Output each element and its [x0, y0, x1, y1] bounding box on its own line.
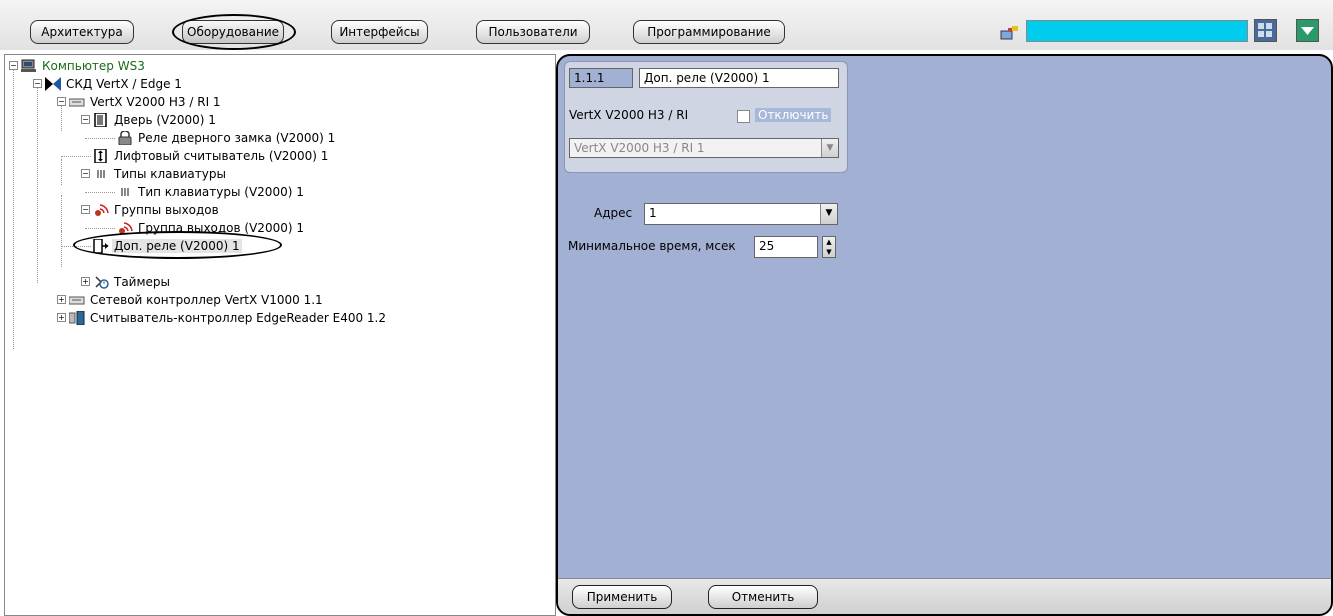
- object-groupbox: 1.1.1 Доп. реле (V2000) 1 VertX V2000 H3…: [564, 61, 848, 173]
- address-label: Адрес: [594, 206, 633, 220]
- settings-panel: 1.1.1 Доп. реле (V2000) 1 VertX V2000 H3…: [556, 54, 1333, 616]
- address-select[interactable]: 1 ▼: [644, 203, 838, 225]
- access-control-icon: [45, 77, 61, 91]
- stepper-buttons[interactable]: ▲ ▼: [822, 236, 836, 258]
- reader-icon: [69, 311, 85, 325]
- chevron-down-icon[interactable]: ▼: [821, 139, 838, 157]
- lock-icon: [117, 131, 133, 145]
- output-group-icon: [93, 203, 109, 217]
- controller-icon: [69, 293, 85, 307]
- tree-node-door-lock-relay[interactable]: Реле дверного замка (V2000) 1: [117, 129, 337, 147]
- min-time-label: Минимальное время, мсек: [568, 239, 736, 253]
- tree-node-vertx-v1000[interactable]: Сетевой контроллер VertX V1000 1.1: [69, 291, 325, 309]
- relay-icon: [93, 239, 109, 253]
- tree-node-vertx-v2000[interactable]: VertX V2000 H3 / RI 1: [69, 93, 223, 111]
- disable-checkbox[interactable]: [737, 110, 750, 123]
- tab-architecture[interactable]: Архитектура: [30, 20, 134, 44]
- tab-users[interactable]: Пользователи: [476, 20, 590, 44]
- tree-node-computer[interactable]: Компьютер WS3: [21, 57, 147, 75]
- object-name-input[interactable]: Доп. реле (V2000) 1: [639, 68, 839, 88]
- controller-icon: [69, 95, 85, 109]
- tree-node-keypad-type[interactable]: Тип клавиатуры (V2000) 1: [117, 183, 306, 201]
- tree-node-output-group[interactable]: Группа выходов (V2000) 1: [117, 219, 306, 237]
- tab-interfaces[interactable]: Интерфейсы: [331, 20, 428, 44]
- parent-label: VertX V2000 H3 / RI: [569, 108, 689, 122]
- chevron-down-icon[interactable]: ▼: [820, 204, 837, 224]
- dropdown-arrow-icon[interactable]: [1296, 19, 1319, 42]
- object-id-field: 1.1.1: [569, 68, 633, 88]
- elevator-reader-icon: [93, 149, 109, 163]
- hardware-tree: − Компьютер WS3 − СКД VertX / Edge 1 − V…: [4, 54, 556, 616]
- tree-node-output-groups[interactable]: Группы выходов: [93, 201, 221, 219]
- parent-select[interactable]: VertX V2000 H3 / RI 1 ▼: [569, 138, 839, 158]
- tree-node-access-control[interactable]: СКД VertX / Edge 1: [45, 75, 184, 93]
- tree-node-elevator-reader[interactable]: Лифтовый считыватель (V2000) 1: [93, 147, 330, 165]
- tree-node-keypad-types[interactable]: Типы клавиатуры: [93, 165, 228, 183]
- status-field: [1026, 20, 1248, 42]
- tree-node-door[interactable]: Дверь (V2000) 1: [93, 111, 218, 129]
- disable-label: Отключить: [755, 108, 832, 122]
- computer-icon: [21, 59, 37, 73]
- tree-node-timers[interactable]: Таймеры: [93, 273, 172, 291]
- keypad-icon: [93, 167, 109, 181]
- door-icon: [93, 113, 109, 127]
- min-time-stepper[interactable]: 25: [754, 236, 818, 258]
- timer-icon: [93, 275, 109, 289]
- tab-programming[interactable]: Программирование: [633, 20, 785, 44]
- tree-node-aux-relay[interactable]: Доп. реле (V2000) 1: [93, 237, 242, 255]
- panel-bottom-bar: Применить Отменить: [558, 578, 1331, 614]
- cancel-button[interactable]: Отменить: [708, 585, 818, 609]
- tree-node-edgereader[interactable]: Считыватель-контроллер EdgeReader E400 1…: [69, 309, 388, 327]
- apply-button[interactable]: Применить: [572, 585, 672, 609]
- monitor-flag-icon[interactable]: [1000, 25, 1020, 41]
- top-toolbar: Архитектура Оборудование Интерфейсы Поль…: [0, 0, 1333, 50]
- output-group-icon: [117, 221, 133, 235]
- keypad-icon: [117, 185, 133, 199]
- tab-equipment[interactable]: Оборудование: [182, 20, 284, 44]
- grid-view-icon[interactable]: [1254, 19, 1277, 42]
